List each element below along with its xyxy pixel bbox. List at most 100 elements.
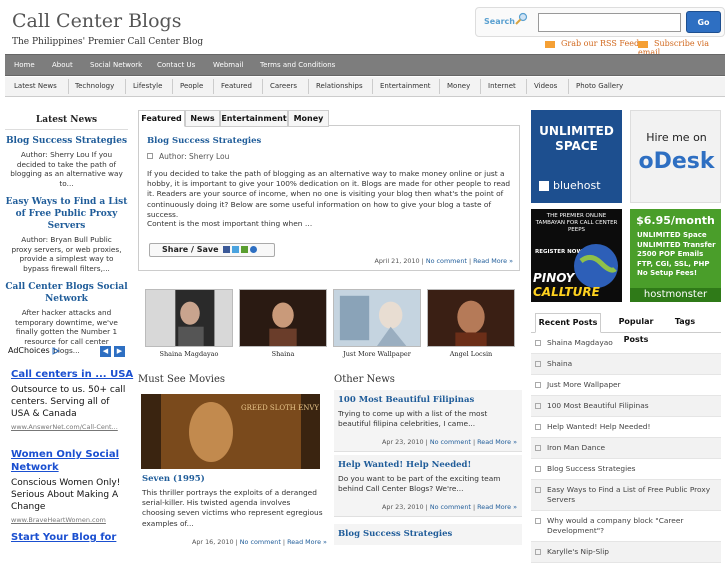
bluehost-ad[interactable]: UNLIMITED SPACE bluehost: [531, 110, 622, 203]
share-save-button[interactable]: Share / Save: [149, 243, 275, 257]
movie-poster[interactable]: GREED SLOTH ENVY: [141, 394, 320, 469]
adchoices-bar: AdChoices ◀ ▶: [8, 346, 128, 358]
post-date: April 21, 2010: [374, 257, 420, 265]
ad-title[interactable]: Women Only Social Network: [11, 448, 129, 474]
read-more-link[interactable]: Read More »: [477, 438, 517, 446]
recent-post-title: Blog Success Strategies: [547, 464, 636, 473]
gallery-caption[interactable]: Shaina: [239, 350, 327, 358]
pinoy-callture-ad[interactable]: THE PREMIER ONLINE TAMBAYAN FOR CALL CEN…: [531, 209, 622, 302]
other-news-item: Blog Success Strategies: [334, 524, 522, 545]
latest-news-excerpt: Author: Sherry Lou If you decided to tak…: [10, 150, 123, 188]
must-see-movies-heading: Must See Movies: [138, 374, 226, 385]
cat-internet[interactable]: Internet: [488, 82, 516, 90]
twitter-icon[interactable]: [232, 246, 240, 253]
rss-feed-link[interactable]: Grab our RSS Feed: [545, 39, 639, 48]
cat-relationships[interactable]: Relationships: [316, 82, 363, 90]
read-more-link[interactable]: Read More »: [473, 257, 513, 265]
go-button[interactable]: Go: [686, 11, 721, 33]
other-news-title[interactable]: Help Wanted! Help Needed!: [338, 460, 471, 470]
gallery-photo[interactable]: [145, 289, 233, 347]
recent-post-item[interactable]: 100 Most Beautiful Filipinas: [531, 396, 721, 417]
nav-home[interactable]: Home: [14, 61, 35, 69]
odesk-ad[interactable]: Hire me on oDesk: [630, 110, 721, 203]
other-news-title[interactable]: Blog Success Strategies: [338, 529, 452, 539]
author-icon: [147, 153, 153, 159]
tab-news[interactable]: News: [185, 110, 220, 127]
cat-careers[interactable]: Careers: [270, 82, 297, 90]
rss-icon: [545, 40, 555, 48]
comments-link[interactable]: No comment: [430, 503, 471, 511]
nav-separator: [372, 79, 373, 94]
ad-title[interactable]: Start Your Blog for: [11, 532, 116, 543]
gallery-photo[interactable]: [239, 289, 327, 347]
cat-featured[interactable]: Featured: [221, 82, 252, 90]
recent-post-item[interactable]: Karylle's Nip-Slip: [531, 542, 721, 563]
gallery-photo[interactable]: [427, 289, 515, 347]
ad-title[interactable]: Call centers in ... USA: [11, 369, 133, 380]
cat-entertainment[interactable]: Entertainment: [380, 82, 431, 90]
cat-money[interactable]: Money: [447, 82, 470, 90]
recent-post-title: Easy Ways to Find a List of Free Public …: [547, 485, 711, 504]
recent-post-item[interactable]: Shaina Magdayao: [531, 333, 721, 354]
ad-url[interactable]: www.AnswerNet.com/Call-Cent...: [11, 423, 118, 431]
nav-social-network[interactable]: Social Network: [90, 61, 142, 69]
recent-post-item[interactable]: Why would a company block "Career Develo…: [531, 511, 721, 542]
adchoices-label[interactable]: AdChoices: [8, 346, 50, 355]
search-box: Search Go: [475, 7, 725, 37]
recent-post-title: Karylle's Nip-Slip: [547, 547, 609, 556]
magnifier-icon: [515, 12, 528, 25]
hostmonster-brand: hostmonster: [630, 288, 721, 302]
recent-post-item[interactable]: Iron Man Dance: [531, 438, 721, 459]
other-news-title[interactable]: 100 Most Beautiful Filipinas: [338, 395, 474, 405]
read-more-link[interactable]: Read More »: [477, 503, 517, 511]
cat-lifestyle[interactable]: Lifestyle: [133, 82, 162, 90]
feature-line: 2500 POP Emails: [637, 250, 704, 258]
comments-link[interactable]: No comment: [430, 438, 471, 446]
site-title[interactable]: Call Center Blogs: [12, 10, 181, 32]
tab-featured[interactable]: Featured: [138, 110, 185, 127]
latest-news-title[interactable]: Call Center Blogs Social Network: [5, 281, 128, 305]
gallery-caption[interactable]: Just More Wallpaper: [333, 350, 421, 358]
tab-recent-posts[interactable]: Recent Posts: [535, 313, 601, 333]
bullet-icon: [535, 518, 541, 524]
hostmonster-ad[interactable]: $6.95/month UNLIMITED Space UNLIMITED Tr…: [630, 209, 721, 302]
cat-people[interactable]: People: [180, 82, 203, 90]
tab-popular-posts[interactable]: Popular Posts: [605, 313, 667, 344]
more-share-icon[interactable]: [250, 246, 258, 253]
tab-money[interactable]: Money: [288, 110, 329, 127]
recent-post-title: 100 Most Beautiful Filipinas: [547, 401, 649, 410]
cat-technology[interactable]: Technology: [75, 82, 114, 90]
feature-line: UNLIMITED Transfer: [637, 240, 716, 249]
recent-post-item[interactable]: Help Wanted! Help Needed!: [531, 417, 721, 438]
recent-post-item[interactable]: Shaina: [531, 354, 721, 375]
share-icon[interactable]: [241, 246, 249, 253]
latest-news-title[interactable]: Easy Ways to Find a List of Free Public …: [5, 196, 128, 232]
recent-post-item[interactable]: Easy Ways to Find a List of Free Public …: [531, 480, 721, 511]
gallery-caption[interactable]: Shaina Magdayao: [145, 350, 233, 358]
featured-title[interactable]: Blog Success Strategies: [147, 136, 261, 146]
recent-post-item[interactable]: Just More Wallpaper: [531, 375, 721, 396]
facebook-icon[interactable]: [223, 246, 231, 253]
ads-next-button[interactable]: ▶: [114, 346, 125, 357]
ad-url[interactable]: www.BraveHeartWomen.com: [11, 516, 106, 524]
adchoices-icon[interactable]: [52, 346, 61, 355]
gallery-caption[interactable]: Angel Locsin: [427, 350, 515, 358]
cat-photo-gallery[interactable]: Photo Gallery: [576, 82, 623, 90]
nav-contact-us[interactable]: Contact Us: [157, 61, 195, 69]
search-label: Search: [484, 17, 515, 26]
movie-title[interactable]: Seven (1995): [142, 474, 205, 484]
cat-videos[interactable]: Videos: [534, 82, 557, 90]
nav-about[interactable]: About: [52, 61, 73, 69]
ads-prev-button[interactable]: ◀: [100, 346, 111, 357]
latest-news-title[interactable]: Blog Success Strategies: [5, 135, 128, 147]
search-input[interactable]: [538, 13, 681, 32]
tab-tags[interactable]: Tags: [669, 313, 701, 333]
gallery-photo[interactable]: [333, 289, 421, 347]
nav-webmail[interactable]: Webmail: [213, 61, 243, 69]
tab-entertainment[interactable]: Entertainment: [220, 110, 288, 127]
recent-post-item[interactable]: Blog Success Strategies: [531, 459, 721, 480]
comments-link[interactable]: No comment: [426, 257, 467, 265]
nav-separator: [213, 79, 214, 94]
nav-terms[interactable]: Terms and Conditions: [260, 61, 335, 69]
cat-latest-news[interactable]: Latest News: [14, 82, 57, 90]
